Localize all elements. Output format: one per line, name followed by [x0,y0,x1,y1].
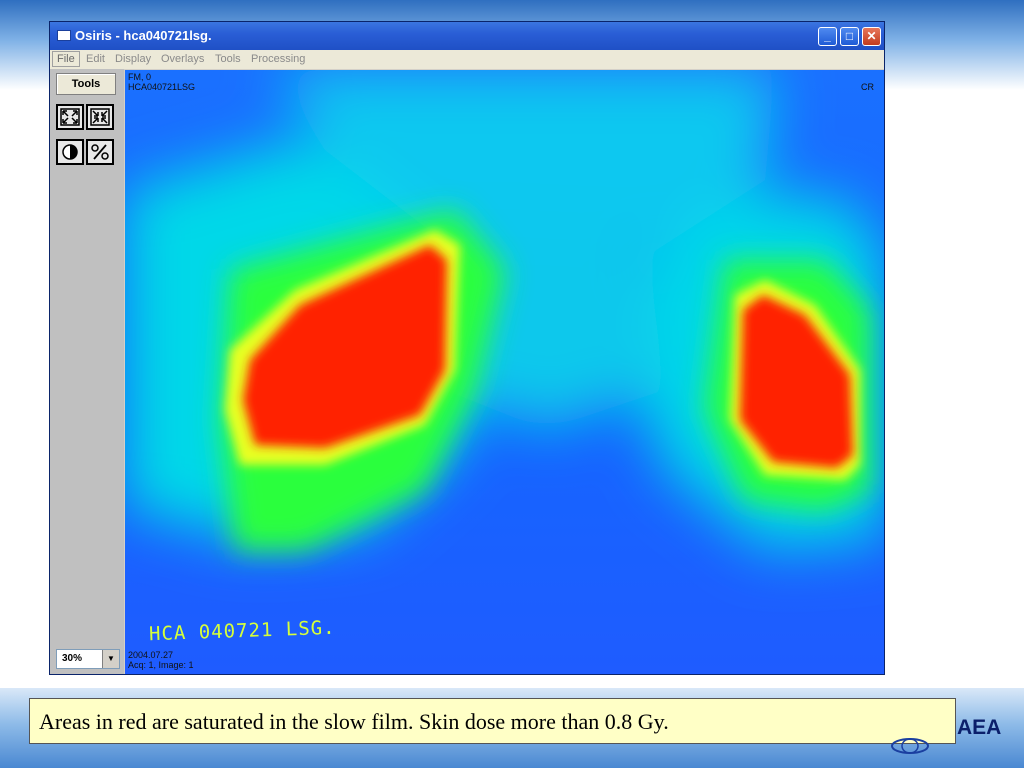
maximize-button[interactable]: □ [840,27,859,46]
zoom-fit-icon [60,108,80,126]
contrast-button[interactable] [56,139,84,165]
menu-display[interactable]: Display [115,53,151,65]
zoom-value: 30% [62,653,83,664]
caption-text: Areas in red are saturated in the slow f… [39,709,669,734]
percent-button[interactable] [86,139,114,165]
menu-file[interactable]: File [52,51,80,67]
overlay-top-left-2: HCA040721LSG [128,82,196,92]
dose-map [125,70,884,674]
zoom-fit-button[interactable] [56,104,84,130]
menu-tools[interactable]: Tools [215,53,241,65]
overlay-top-right: CR [861,82,874,92]
zoom-actual-icon [90,108,110,126]
tool-panel: Tools 30% ▼ [50,69,124,674]
close-button[interactable]: ✕ [862,27,881,46]
overlay-acquisition: Acq: 1, Image: 1 [128,660,194,670]
menu-overlays[interactable]: Overlays [161,53,204,65]
zoom-select[interactable]: 30% ▼ [56,649,120,669]
percent-icon [91,144,109,160]
chevron-down-icon[interactable]: ▼ [102,650,119,668]
osiris-window: Osiris - hca040721lsg. _ □ ✕ File Edit D… [49,21,885,675]
logo-text: AEA [957,716,1002,739]
caption-box: Areas in red are saturated in the slow f… [29,698,956,744]
minimize-button[interactable]: _ [818,27,837,46]
zoom-actual-button[interactable] [86,104,114,130]
menu-bar: File Edit Display Overlays Tools Process… [50,50,884,69]
contrast-icon [62,144,78,160]
logo-emblem-icon [891,738,929,754]
dose-film-image[interactable]: FM, 0 HCA040721LSG CR HCA 040721 LSG. 20… [125,70,884,674]
overlay-top-left-1: FM, 0 [128,72,152,82]
menu-processing[interactable]: Processing [251,53,305,65]
overlay-date: 2004.07.27 [128,650,174,660]
window-title: Osiris - hca040721lsg. [75,28,212,43]
menu-edit[interactable]: Edit [86,53,105,65]
tools-button[interactable]: Tools [56,73,116,95]
app-icon [57,30,71,41]
title-bar[interactable]: Osiris - hca040721lsg. _ □ ✕ [50,22,884,50]
